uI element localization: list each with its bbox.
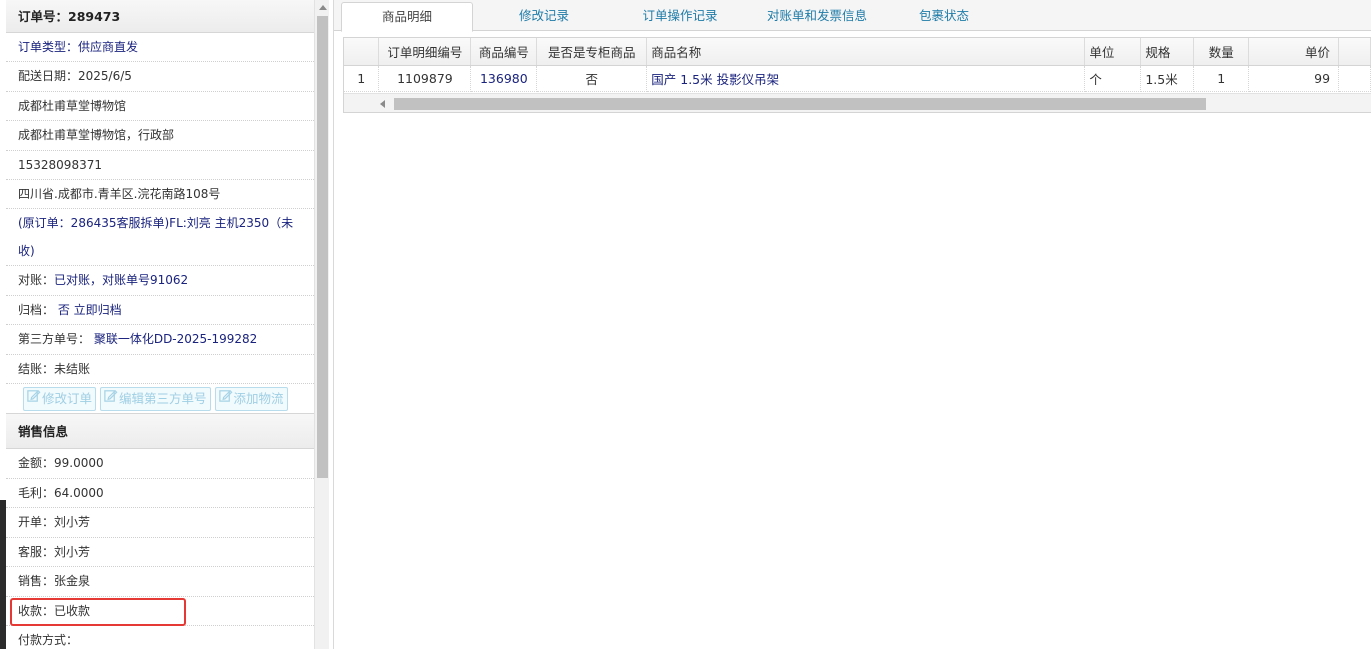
column-header: [344, 38, 380, 66]
sales-gross-profit: 毛利：64.0000: [6, 479, 314, 509]
customer-phone: 15328098371: [6, 151, 314, 181]
product-grid: 订单明细编号 商品编号 是否是专柜商品 商品名称 单位 规格 数量 单价 1 1…: [343, 37, 1371, 113]
third-party-number: 第三方单号： 聚联一体化DD-2025-199282: [6, 325, 314, 355]
extra-cell: [1338, 65, 1371, 92]
column-header[interactable]: 单位: [1084, 38, 1142, 66]
edit-icon: [26, 388, 41, 410]
scrollbar-thumb[interactable]: [394, 98, 1206, 110]
payment-method: 付款方式：: [6, 626, 314, 649]
edit-order-button[interactable]: 修改订单: [23, 387, 97, 412]
sales-amount: 金额：99.0000: [6, 449, 314, 479]
customer-name: 成都杜甫草堂博物馆: [6, 92, 314, 122]
table-header-row: 订单明细编号 商品编号 是否是专柜商品 商品名称 单位 规格 数量 单价: [344, 38, 1371, 66]
customer-department: 成都杜甫草堂博物馆，行政部: [6, 121, 314, 151]
order-action-buttons: 修改订单 编辑第三方单号 添加物流: [6, 384, 314, 415]
unit-price-cell: 99: [1248, 65, 1340, 92]
original-order-note: (原订单：286435客服拆单)FL:刘亮 主机2350（未收): [6, 209, 314, 267]
add-logistics-button[interactable]: 添加物流: [214, 387, 288, 412]
table-row[interactable]: 1 1109879 136980 否 国产 1.5米 投影仪吊架 个 1.5米 …: [344, 65, 1371, 92]
archive-status: 归档： 否 立即归档: [6, 296, 314, 326]
reconcile-status: 对账：已对账，对账单号91062: [6, 266, 314, 296]
edit-third-party-button[interactable]: 编辑第三方单号: [100, 387, 211, 412]
column-header[interactable]: 商品编号: [470, 38, 538, 66]
panel-divider: [333, 0, 334, 649]
sales-info-header: 销售信息: [6, 414, 314, 450]
third-party-value: 聚联一体化DD-2025-199282: [90, 332, 258, 347]
product-id-link[interactable]: 136980: [470, 65, 538, 92]
counter-product-cell: 否: [536, 65, 648, 92]
edit-third-party-label: 编辑第三方单号: [119, 391, 207, 407]
reconcile-value: 已对账，对账单号91062: [54, 273, 189, 288]
spec-cell: 1.5米: [1140, 65, 1195, 92]
archive-link[interactable]: 否 立即归档: [54, 303, 122, 317]
order-number-header: 订单号：289473: [6, 0, 314, 33]
customer-address: 四川省.成都市.青羊区.浣花南路108号: [6, 180, 314, 210]
order-type: 订单类型：供应商直发: [6, 33, 314, 63]
quantity-cell: 1: [1193, 65, 1250, 92]
column-header: [1338, 38, 1371, 66]
grid-horizontal-scrollbar[interactable]: [344, 93, 1371, 112]
third-party-label: 第三方单号：: [18, 332, 91, 347]
product-name-link[interactable]: 国产 1.5米 投影仪吊架: [646, 65, 1086, 92]
add-logistics-label: 添加物流: [233, 391, 284, 407]
detail-id-cell: 1109879: [378, 65, 472, 92]
delivery-date: 配送日期：2025/6/5: [6, 62, 314, 92]
sales-issuer: 开单：刘小芳: [6, 508, 314, 538]
scroll-left-arrow-icon[interactable]: [380, 100, 385, 108]
tab-modify-records[interactable]: 修改记录: [484, 2, 604, 31]
edit-order-label: 修改订单: [42, 391, 93, 407]
scroll-up-arrow-icon[interactable]: [319, 5, 327, 10]
scrollbar-thumb[interactable]: [317, 16, 328, 478]
highlight-box: [10, 597, 186, 626]
column-header[interactable]: 订单明细编号: [378, 38, 472, 66]
sales-service: 客服：刘小芳: [6, 538, 314, 568]
order-info-panel: 订单号：289473 订单类型：供应商直发 配送日期：2025/6/5 成都杜甫…: [6, 0, 314, 649]
tab-product-details[interactable]: 商品明细: [341, 2, 473, 32]
row-number: 1: [344, 65, 380, 92]
column-header[interactable]: 单价: [1248, 38, 1340, 66]
detail-tab-bar: 商品明细 修改记录 订单操作记录 对账单和发票信息 包裹状态: [334, 0, 1371, 32]
payment-received-row: 收款：已收款: [6, 597, 314, 627]
column-header[interactable]: 数量: [1193, 38, 1250, 66]
sales-seller: 销售：张金泉: [6, 567, 314, 597]
tab-order-operation-records[interactable]: 订单操作记录: [620, 2, 740, 31]
edit-icon: [103, 388, 118, 410]
left-panel-scrollbar[interactable]: [314, 0, 329, 649]
product-table: 订单明细编号 商品编号 是否是专柜商品 商品名称 单位 规格 数量 单价 1 1…: [344, 38, 1371, 92]
unit-cell: 个: [1084, 65, 1142, 92]
archive-label: 归档：: [18, 302, 55, 317]
tab-statement-invoice[interactable]: 对账单和发票信息: [754, 2, 880, 31]
tab-package-status[interactable]: 包裹状态: [894, 2, 994, 31]
settle-status: 结账：未结账: [6, 355, 314, 385]
edit-icon: [218, 388, 233, 410]
reconcile-label: 对账：: [18, 273, 55, 288]
column-header[interactable]: 是否是专柜商品: [536, 38, 648, 66]
column-header[interactable]: 商品名称: [646, 38, 1086, 66]
column-header[interactable]: 规格: [1140, 38, 1195, 66]
